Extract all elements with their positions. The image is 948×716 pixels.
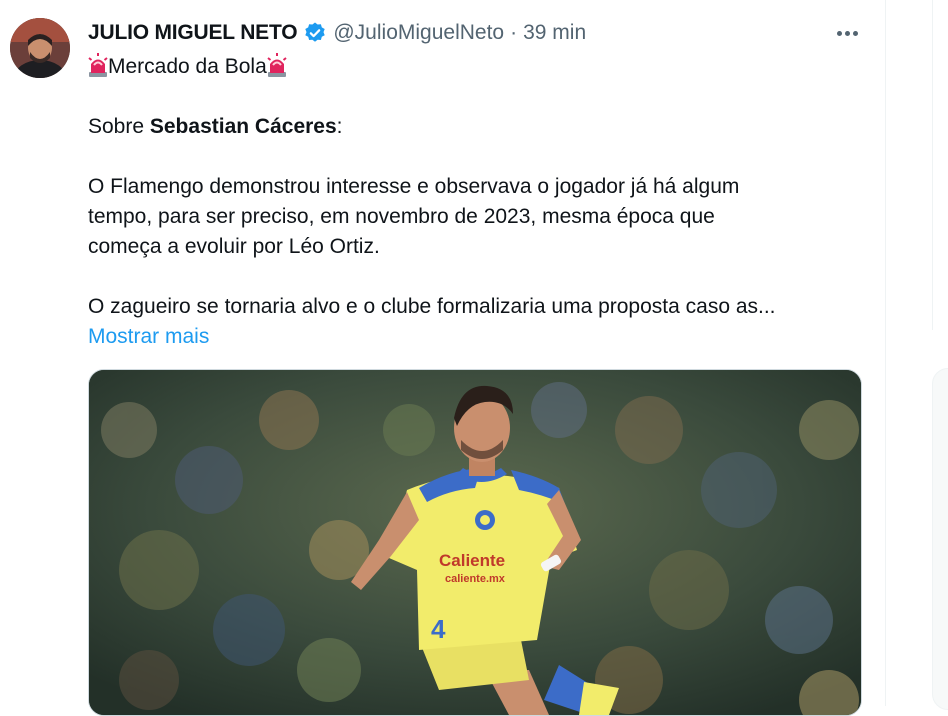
paragraph-1-line-1: O Flamengo demonstrou interesse e observ… xyxy=(88,175,740,198)
paragraph-1-line-2: tempo, para ser preciso, em novembro de … xyxy=(88,205,715,228)
player-name: Sebastian Cáceres xyxy=(149,115,337,138)
author-name[interactable]: JULIO MIGUEL NETO xyxy=(88,21,298,45)
paragraph-1-line-3: começa a evoluir por Léo Ortiz. xyxy=(88,235,380,258)
header-separator: · xyxy=(510,21,518,44)
player-photo: Caliente caliente.mx 4 xyxy=(89,370,861,715)
tweet-card[interactable]: JULIO MIGUEL NETO @JulioMiguelNeto · 39 … xyxy=(0,0,886,716)
paragraph-2-line-1: O zagueiro se tornaria alvo e o clube fo… xyxy=(88,295,776,318)
tweet-media-photo[interactable]: Caliente caliente.mx 4 xyxy=(88,369,862,716)
tweet-header: JULIO MIGUEL NETO @JulioMiguelNeto · 39 … xyxy=(88,18,586,48)
avatar-image xyxy=(10,18,70,78)
show-more-link[interactable]: Mostrar mais xyxy=(88,325,209,348)
about-prefix: Sobre xyxy=(88,115,150,138)
more-options-icon[interactable] xyxy=(832,20,862,46)
tweet-title-line: Mercado da Bola xyxy=(88,52,858,82)
sidebar-divider xyxy=(932,0,933,330)
tweet-timestamp[interactable]: 39 min xyxy=(523,21,586,45)
jersey-sponsor: Caliente xyxy=(439,551,505,570)
tweet-title: Mercado da Bola xyxy=(108,55,267,78)
siren-icon xyxy=(88,53,108,77)
sidebar-card xyxy=(932,368,948,710)
right-sidebar xyxy=(886,0,948,710)
shorts-number: 4 xyxy=(431,614,446,644)
tweet-text: Mercado da Bola Sobre Sebastian Cáceres:… xyxy=(88,52,858,352)
author-handle[interactable]: @JulioMiguelNeto xyxy=(333,21,504,45)
author-avatar[interactable] xyxy=(10,18,70,78)
tweet-about-line: Sobre Sebastian Cáceres: xyxy=(88,112,858,142)
jersey-sponsor-sub: caliente.mx xyxy=(445,573,506,585)
siren-icon xyxy=(267,53,287,77)
about-suffix: : xyxy=(336,115,343,138)
verified-badge-icon xyxy=(303,21,327,45)
